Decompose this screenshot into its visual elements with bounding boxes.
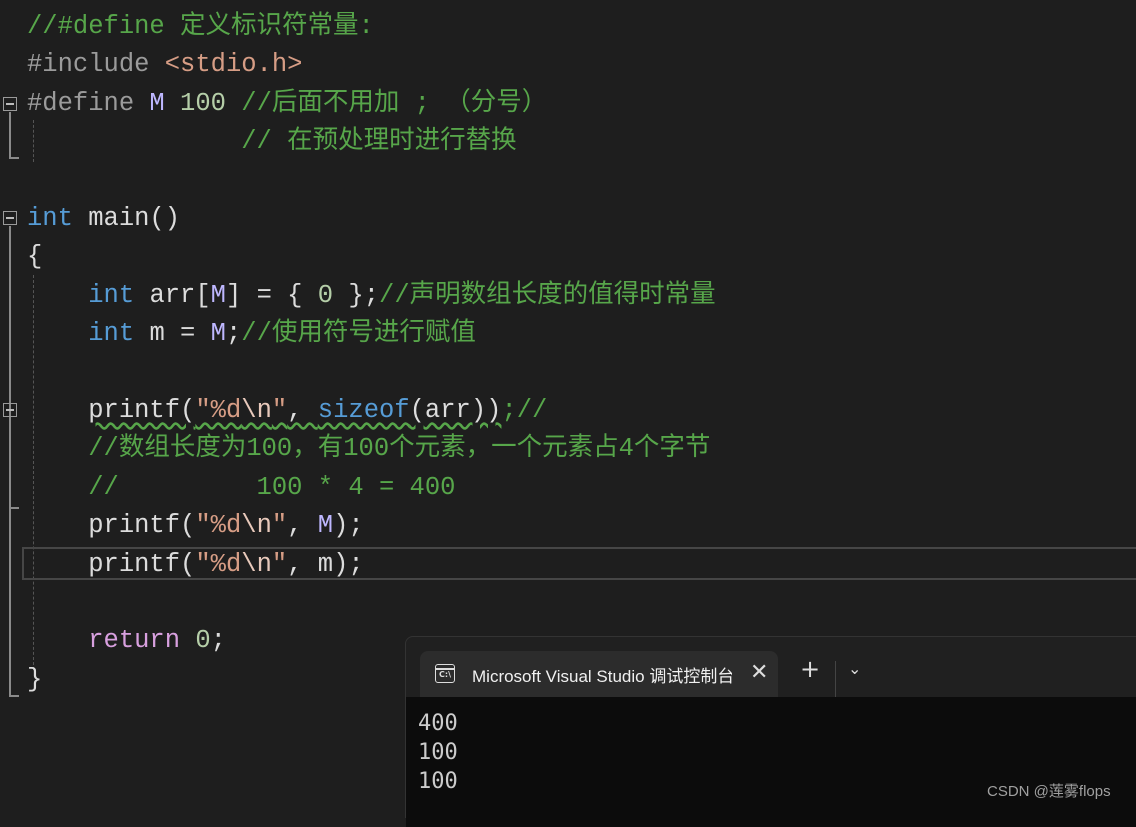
code-token-comment: ;// (501, 396, 548, 425)
code-token-macro: M (149, 88, 165, 118)
fold-toggle-define[interactable] (3, 97, 17, 111)
code-line[interactable]: int m = M;//使用符号进行赋值 (27, 315, 476, 353)
code-token-plain: }; (333, 280, 380, 310)
code-line[interactable]: //数组长度为100，有100个元素，一个元素占4个字节 (27, 430, 710, 468)
chevron-down-icon[interactable]: ⌄ (848, 659, 861, 678)
code-token-str: "%d (195, 549, 242, 579)
code-token-esc: \n (241, 549, 272, 579)
code-token-plain: m = (134, 319, 211, 349)
code-token-fn: printf( (88, 396, 196, 425)
close-tab-button[interactable]: ✕ (750, 660, 768, 685)
code-token-plain: arr[ (134, 280, 211, 310)
code-token-num: 0 (317, 280, 334, 310)
code-token-plain: ] = { (225, 280, 318, 310)
code-line[interactable]: // 在预处理时进行替换 (27, 123, 517, 161)
code-token-plain: main() (72, 204, 181, 233)
code-line[interactable]: { (27, 238, 42, 276)
code-token-esc: \n (241, 511, 272, 541)
new-tab-button[interactable]: + (800, 657, 820, 681)
code-token-macro: M (210, 280, 226, 310)
code-line[interactable]: int arr[M] = { 0 };//声明数组长度的值得时常量 (27, 277, 716, 315)
fold-toggle-main[interactable] (3, 211, 17, 225)
code-token-macro: M (210, 319, 226, 349)
code-token-pre: #include (27, 50, 165, 80)
code-token-comment: //#define 定义标识符常量: (27, 12, 374, 41)
fold-guide (9, 112, 11, 158)
output-line: 400 (418, 711, 458, 736)
code-token-kw: int (88, 319, 135, 349)
code-token-str: " (271, 549, 288, 579)
code-line[interactable]: } (27, 661, 42, 699)
code-token-plain: ); (333, 511, 364, 541)
code-line[interactable]: return 0; (27, 622, 226, 660)
code-token-fn: printf( (88, 511, 196, 541)
code-token-num: 0 (195, 626, 211, 656)
code-line[interactable]: #include <stdio.h> (27, 46, 302, 84)
code-token-comment: // 100 * 4 = 400 (27, 472, 456, 502)
console-icon: C:\ (435, 664, 455, 683)
code-token-comment: // 在预处理时进行替换 (27, 127, 517, 157)
code-token-kw: int (27, 204, 73, 233)
code-token-comment: //后面不用加 ; （分号） (225, 88, 548, 118)
code-line[interactable]: printf("%d\n", m); (27, 546, 364, 584)
code-token-pre: #define (27, 88, 150, 118)
terminal-output[interactable]: 400 100 100 (406, 697, 1136, 827)
code-token-comment: //使用符号进行赋值 (241, 319, 476, 349)
code-line[interactable]: #define M 100 //后面不用加 ; （分号） (27, 85, 547, 123)
code-token-kw: sizeof (317, 396, 410, 425)
watermark: CSDN @莲雾flops (987, 783, 1111, 800)
code-token-str: " (271, 511, 288, 541)
code-token-plain: ; (210, 626, 226, 656)
code-token-str: "%d (195, 511, 242, 541)
fold-toggle-comment[interactable] (3, 403, 17, 417)
code-token-macro: M (317, 511, 334, 541)
code-token-plain: , (287, 396, 318, 425)
fold-guide-end (9, 157, 19, 159)
code-token-ctl: return (88, 626, 181, 656)
code-token-plain: , (287, 511, 318, 541)
code-token-num: 100 (180, 88, 226, 118)
code-token-plain: } (27, 664, 43, 694)
terminal-tab-title: Microsoft Visual Studio 调试控制台 (472, 667, 732, 686)
code-token-comment: //数组长度为100，有100个元素，一个元素占4个字节 (27, 434, 711, 464)
fold-guide-end (9, 695, 19, 697)
code-token-kw: int (88, 280, 135, 310)
fold-guide-end (9, 507, 19, 509)
code-line[interactable]: //#define 定义标识符常量: (27, 8, 374, 46)
code-token-plain: (arr)) (409, 396, 502, 425)
code-token-str: " (271, 396, 288, 425)
output-line: 100 (418, 769, 458, 794)
code-token-esc: \n (241, 396, 272, 425)
output-line: 100 (418, 740, 458, 765)
code-token-comment: //声明数组长度的值得时常量 (379, 280, 716, 310)
code-line[interactable]: // 100 * 4 = 400 (27, 469, 455, 507)
terminal-tab[interactable]: C:\ Microsoft Visual Studio 调试控制台 ✕ (420, 651, 778, 697)
code-line[interactable]: printf("%d\n", M); (27, 507, 364, 545)
divider (835, 661, 836, 697)
code-token-fn: printf( (88, 549, 196, 579)
code-line[interactable]: printf("%d\n", sizeof(arr));// (27, 392, 547, 430)
code-token-plain: , m); (287, 549, 364, 579)
code-token-plain: { (27, 242, 43, 272)
fold-guide (9, 226, 11, 696)
code-token-plain: ; (225, 319, 242, 349)
code-token-str: <stdio.h> (164, 50, 303, 80)
code-line[interactable]: int main() (27, 200, 180, 238)
code-token-str: "%d (195, 396, 242, 425)
